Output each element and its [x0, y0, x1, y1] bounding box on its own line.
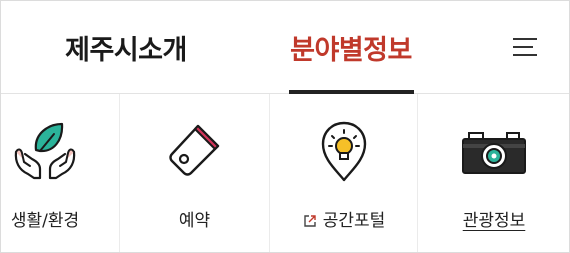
- category-label: 관광정보: [462, 211, 526, 231]
- tag-icon: [168, 124, 219, 176]
- tab-field-info[interactable]: 분야별정보: [269, 1, 433, 93]
- category-label: 생활/환경: [10, 211, 80, 231]
- category-label: 공간포털: [270, 206, 418, 231]
- app-frame: 제주시소개 분야별정보 생활/환경 예약 공간포털 관광정보: [0, 0, 570, 253]
- hamburger-menu-icon[interactable]: [503, 27, 543, 67]
- category-reservation[interactable]: 예약: [119, 94, 269, 252]
- category-living-environment[interactable]: 생활/환경: [1, 94, 119, 252]
- category-tourism-info[interactable]: 관광정보: [417, 94, 569, 252]
- camera-icon: [462, 132, 526, 174]
- external-link-icon: [304, 215, 316, 227]
- leaf-hands-icon: [14, 122, 76, 180]
- category-grid: 생활/환경 예약 공간포털 관광정보: [1, 94, 569, 252]
- category-label: 예약: [178, 211, 211, 231]
- tab-jeju-intro[interactable]: 제주시소개: [41, 1, 211, 93]
- category-spatial-portal[interactable]: 공간포털: [269, 94, 418, 252]
- lightbulb-pin-icon: [321, 121, 367, 182]
- category-tab-bar: 제주시소개 분야별정보: [1, 1, 569, 94]
